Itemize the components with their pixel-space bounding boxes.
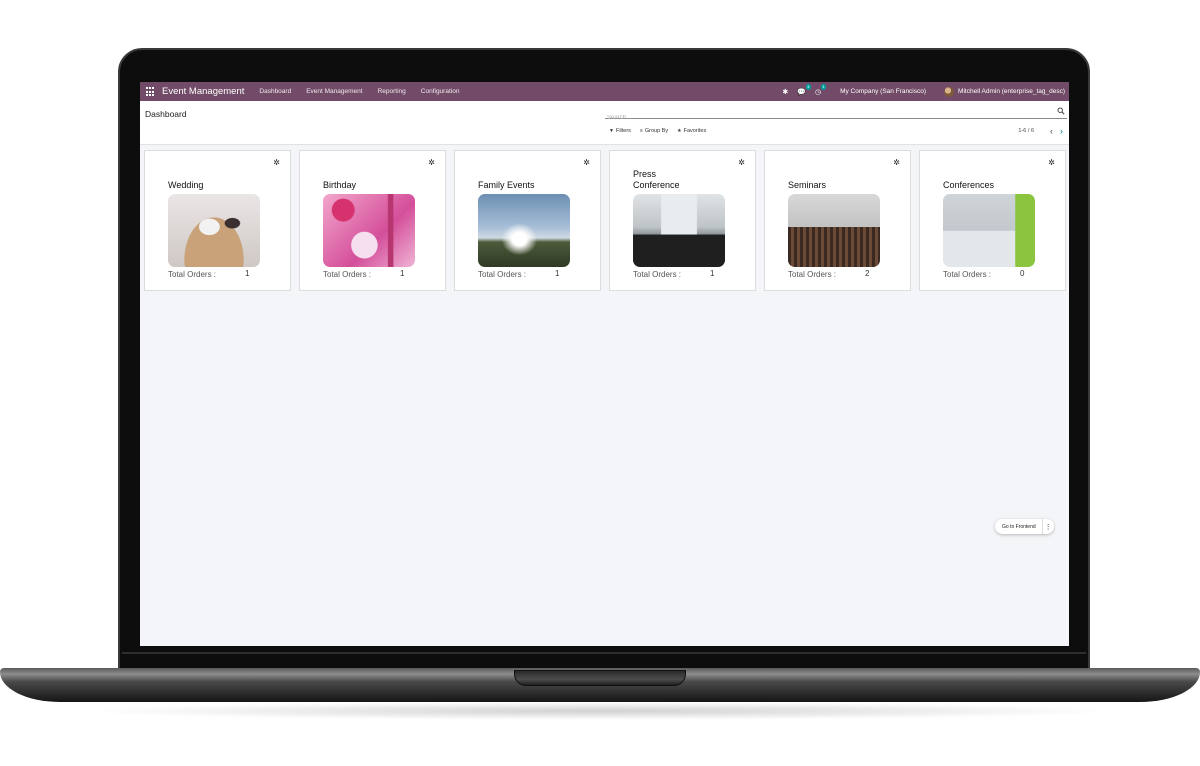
filters-button[interactable]: ▼ Filters xyxy=(609,128,631,134)
bezel-line xyxy=(122,652,1086,654)
card-image xyxy=(323,194,415,267)
pager: 1-6 / 6 ‹ › xyxy=(1018,127,1063,136)
app-name[interactable]: Event Management xyxy=(162,86,244,97)
search-input[interactable] xyxy=(605,112,1045,124)
card-image xyxy=(788,194,880,267)
laptop-shadow xyxy=(80,702,1120,720)
laptop-notch xyxy=(514,670,686,686)
search-bar xyxy=(605,106,1067,124)
kanban-view: ✲ Wedding Total Orders : 1 ✲ Birthday To… xyxy=(144,150,1066,291)
app-screen: Event Management Dashboard Event Managem… xyxy=(140,82,1069,646)
menu-item-event-management[interactable]: Event Management xyxy=(306,88,362,95)
kanban-card-family-events[interactable]: ✲ Family Events Total Orders : 1 xyxy=(454,150,601,291)
card-image xyxy=(633,194,725,267)
gear-icon[interactable]: ✲ xyxy=(428,158,435,167)
control-panel: Dashboard ▼Filters ≡Group By ★Favorites … xyxy=(140,101,1069,145)
chevron-left-icon[interactable]: ‹ xyxy=(1050,127,1053,136)
card-label: Total Orders : xyxy=(323,270,372,279)
more-options-icon[interactable]: ⋮ xyxy=(1041,519,1054,534)
star-icon: ★ xyxy=(677,128,682,134)
card-value: 1 xyxy=(400,269,405,278)
card-label: Total Orders : xyxy=(943,270,992,279)
card-value: 0 xyxy=(1020,269,1025,278)
menu-item-dashboard[interactable]: Dashboard xyxy=(259,88,291,95)
gear-icon[interactable]: ✲ xyxy=(893,158,900,167)
bug-icon[interactable]: ✱ xyxy=(782,88,788,96)
search-icon[interactable] xyxy=(1057,107,1065,115)
group-by-button[interactable]: ≡ Group By xyxy=(640,128,668,134)
gear-icon[interactable]: ✲ xyxy=(583,158,590,167)
card-value: 1 xyxy=(710,269,715,278)
search-options: ▼ Filters ≡ Group By ★ Favorites xyxy=(609,128,715,134)
card-label: Total Orders : xyxy=(478,270,527,279)
menu-item-reporting[interactable]: Reporting xyxy=(378,88,406,95)
kanban-card-seminars[interactable]: ✲ Seminars Total Orders : 2 xyxy=(764,150,911,291)
card-title: Birthday xyxy=(323,179,357,190)
apps-menu-icon[interactable] xyxy=(144,86,156,98)
filter-icon: ▼ xyxy=(609,128,614,134)
kanban-card-conferences[interactable]: ✲ Conferences Total Orders : 0 xyxy=(919,150,1066,291)
kanban-card-press-conference[interactable]: ✲ Press Conference Total Orders : 1 xyxy=(609,150,756,291)
menu-item-configuration[interactable]: Configuration xyxy=(421,88,460,95)
card-value: 1 xyxy=(245,269,250,278)
card-title: Conferences xyxy=(943,179,995,190)
clock-icon[interactable]: ◷ 1 xyxy=(815,83,827,96)
card-image xyxy=(943,194,1035,267)
messages-badge: 4 xyxy=(805,83,811,90)
messages-icon[interactable]: 💬 4 xyxy=(797,83,811,96)
gear-icon[interactable]: ✲ xyxy=(273,158,280,167)
card-title: Family Events xyxy=(478,179,535,190)
card-image xyxy=(478,194,570,267)
user-menu[interactable]: Mitchell Admin (enterprise_tag_desc) xyxy=(944,86,1065,97)
go-to-frontend-button[interactable]: Go to Frontend ⋮ xyxy=(995,519,1054,534)
kanban-card-wedding[interactable]: ✲ Wedding Total Orders : 1 xyxy=(144,150,291,291)
card-label: Total Orders : xyxy=(633,270,682,279)
chevron-right-icon[interactable]: › xyxy=(1060,127,1063,136)
user-name: Mitchell Admin (enterprise_tag_desc) xyxy=(958,88,1065,95)
card-title: Wedding xyxy=(168,179,204,190)
card-image xyxy=(168,194,260,267)
pager-value[interactable]: 1-6 / 6 xyxy=(1018,128,1034,134)
activities-badge: 1 xyxy=(820,83,827,90)
group-by-icon: ≡ xyxy=(639,128,643,134)
card-value: 2 xyxy=(865,269,870,278)
card-label: Total Orders : xyxy=(168,270,217,279)
card-label: Total Orders : xyxy=(788,270,837,279)
favorites-button[interactable]: ★ Favorites xyxy=(677,128,706,134)
breadcrumb: Dashboard xyxy=(145,109,187,119)
navbar: Event Management Dashboard Event Managem… xyxy=(140,82,1069,101)
company-switcher[interactable]: My Company (San Francisco) xyxy=(840,88,926,95)
gear-icon[interactable]: ✲ xyxy=(1048,158,1055,167)
navbar-right: ✱ 💬 4 ◷ 1 My Company (San Francisco) Mitch… xyxy=(782,83,1069,97)
card-title: Press Conference xyxy=(633,169,680,190)
card-value: 1 xyxy=(555,269,560,278)
avatar xyxy=(944,86,955,97)
gear-icon[interactable]: ✲ xyxy=(738,158,745,167)
card-title: Seminars xyxy=(788,179,827,190)
kanban-card-birthday[interactable]: ✲ Birthday Total Orders : 1 xyxy=(299,150,446,291)
go-to-frontend-label: Go to Frontend xyxy=(1002,523,1036,530)
